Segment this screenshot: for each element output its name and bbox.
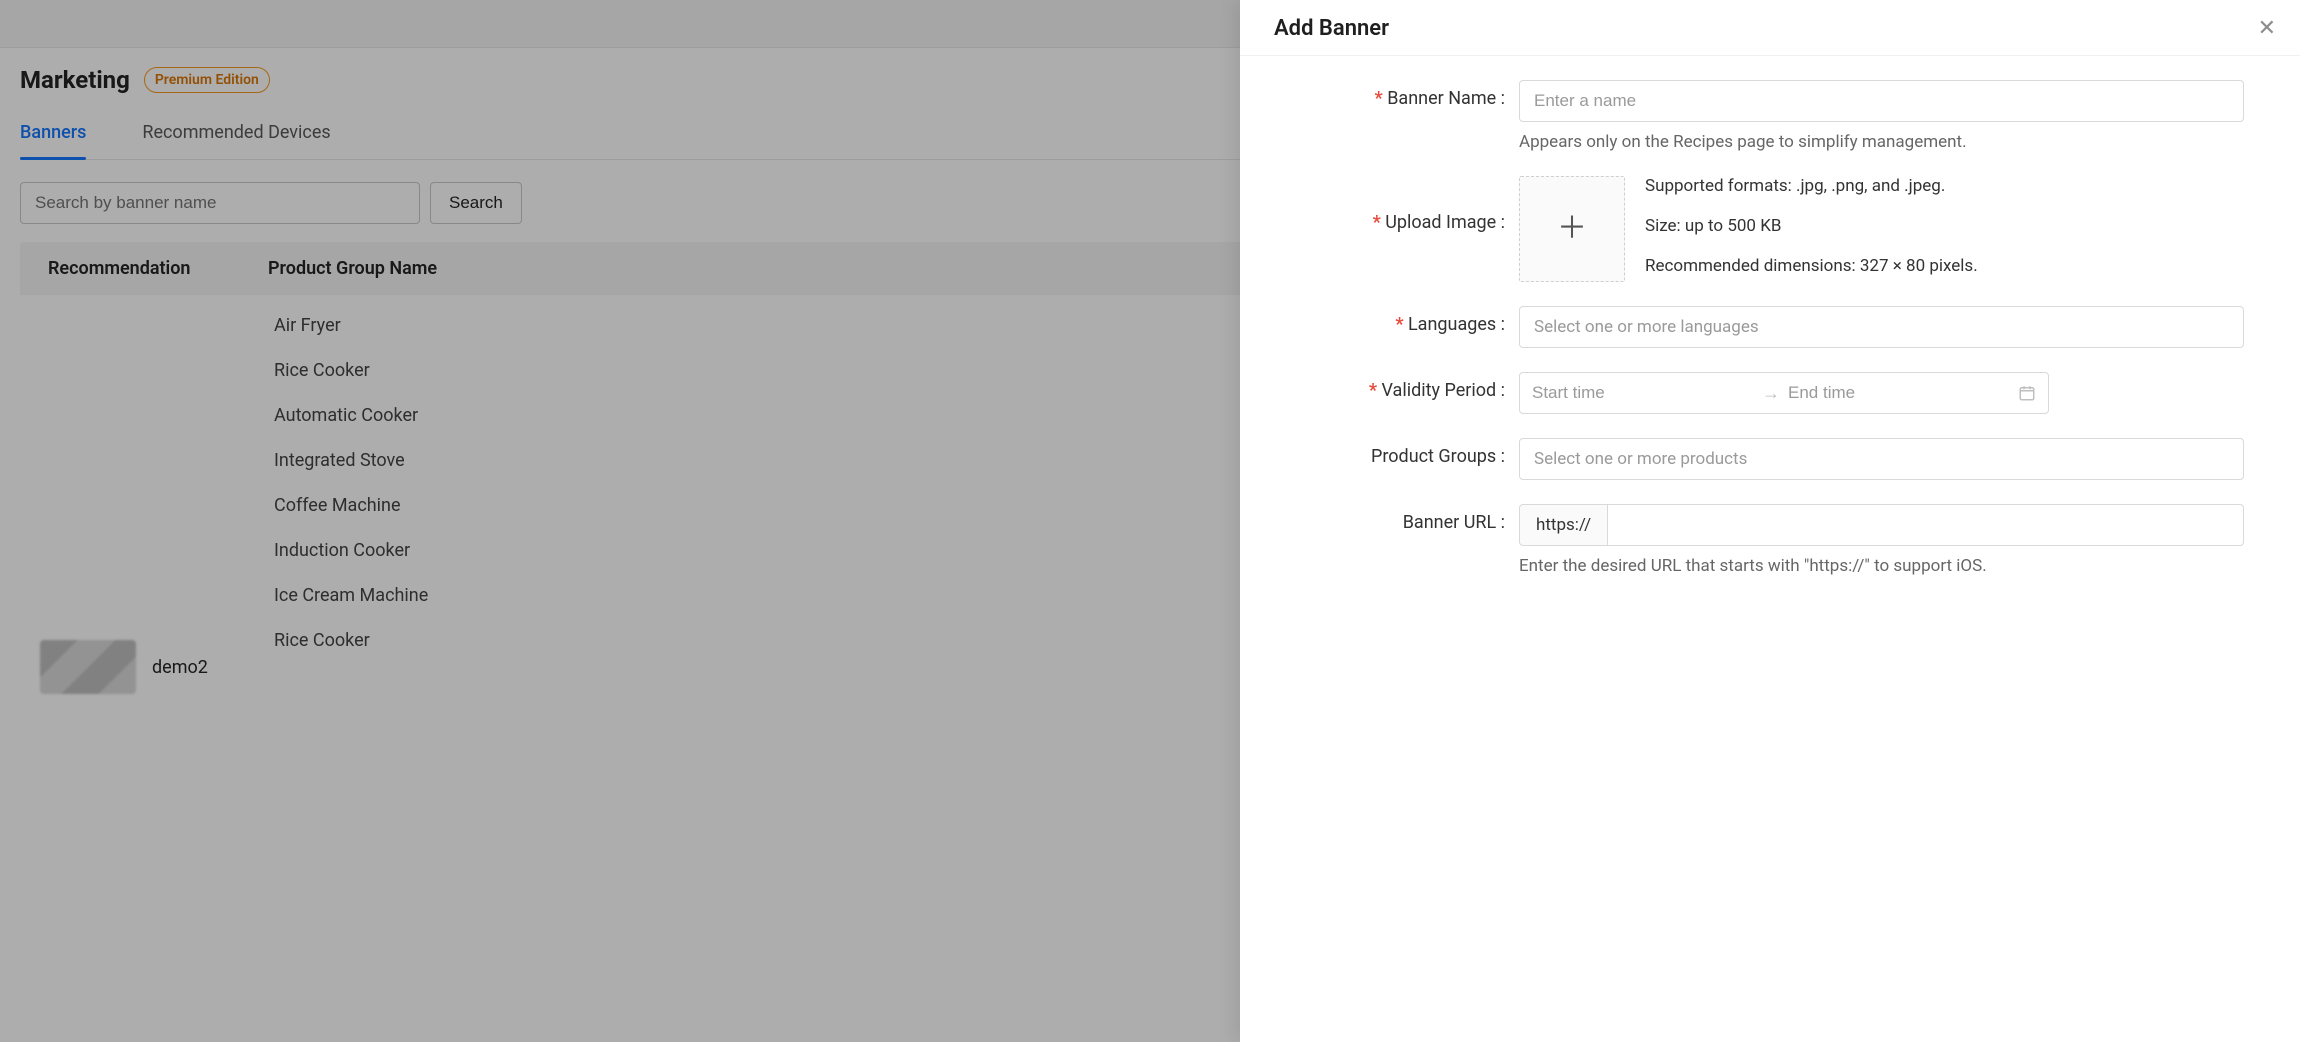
languages-label: Languages : — [1395, 314, 1505, 335]
product-groups-select[interactable]: Select one or more products — [1519, 438, 2244, 480]
close-icon[interactable]: ✕ — [2258, 18, 2276, 40]
upload-image-info: Supported formats: .jpg, .png, and .jpeg… — [1645, 176, 1978, 276]
banner-url-input[interactable] — [1607, 504, 2244, 546]
banner-url-label: Banner URL : — [1403, 512, 1505, 533]
validity-period-picker[interactable]: → — [1519, 372, 2049, 414]
banner-name-label: Banner Name : — [1375, 88, 1505, 109]
arrow-right-icon: → — [1762, 383, 1780, 404]
languages-select[interactable]: Select one or more languages — [1519, 306, 2244, 348]
banner-url-help: Enter the desired URL that starts with "… — [1519, 556, 2244, 576]
plus-icon: ＋ — [1557, 214, 1587, 244]
end-time-input[interactable] — [1788, 383, 2010, 403]
upload-size-text: Size: up to 500 KB — [1645, 216, 1978, 236]
validity-period-label: Validity Period : — [1369, 380, 1505, 401]
url-protocol-addon: https:// — [1519, 504, 1607, 546]
product-groups-label: Product Groups : — [1371, 446, 1505, 467]
banner-name-help: Appears only on the Recipes page to simp… — [1519, 132, 2244, 152]
add-banner-drawer: Add Banner ✕ Banner Name : Appears only … — [1240, 0, 2300, 1042]
upload-image-box[interactable]: ＋ — [1519, 176, 1625, 282]
upload-dimensions-text: Recommended dimensions: 327 × 80 pixels. — [1645, 256, 1978, 276]
upload-formats-text: Supported formats: .jpg, .png, and .jpeg… — [1645, 176, 1978, 196]
banner-name-input[interactable] — [1519, 80, 2244, 122]
upload-image-label: Upload Image : — [1373, 212, 1505, 233]
drawer-title: Add Banner — [1274, 16, 1389, 41]
calendar-icon — [2018, 384, 2036, 402]
start-time-input[interactable] — [1532, 383, 1754, 403]
